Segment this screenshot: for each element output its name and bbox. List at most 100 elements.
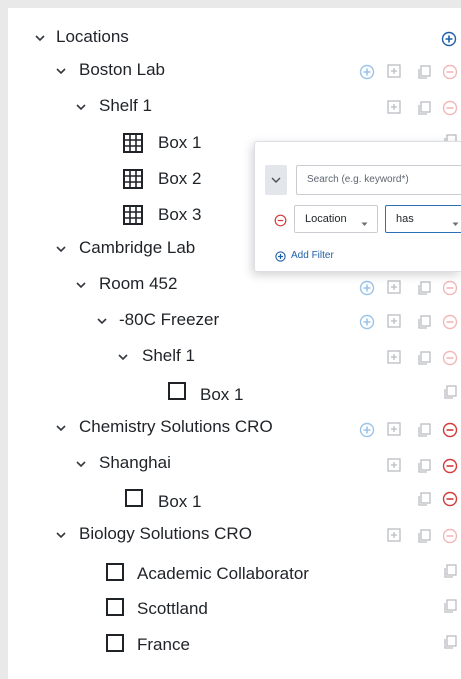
add-filter-label: Add Filter bbox=[291, 250, 334, 261]
tree-label: Cambridge Lab bbox=[79, 238, 196, 257]
copy-icon[interactable] bbox=[416, 458, 432, 474]
caret-down-icon bbox=[361, 218, 368, 230]
tree-row-box-1[interactable]: Box 1 bbox=[8, 485, 461, 515]
tree-row-shelf-1[interactable]: Shelf 1 bbox=[8, 342, 461, 372]
copy-icon[interactable] bbox=[416, 350, 432, 366]
copy-icon[interactable] bbox=[416, 422, 432, 438]
add-child-icon[interactable] bbox=[359, 280, 375, 296]
tree-row-shanghai[interactable]: Shanghai bbox=[8, 449, 461, 479]
caret-down-icon bbox=[452, 218, 459, 230]
copy-icon[interactable] bbox=[416, 314, 432, 330]
tree-label: Shanghai bbox=[99, 453, 171, 472]
copy-icon[interactable] bbox=[442, 384, 458, 400]
filter-operator-select[interactable]: has bbox=[385, 205, 461, 233]
tree-label: Box 1 bbox=[158, 492, 202, 511]
copy-icon[interactable] bbox=[416, 280, 432, 296]
chevron-down-icon[interactable] bbox=[54, 242, 68, 256]
tree-label: Boston Lab bbox=[79, 60, 166, 79]
add-child-icon[interactable] bbox=[359, 422, 375, 438]
tree-label: Locations bbox=[56, 27, 129, 46]
remove-icon[interactable] bbox=[442, 350, 458, 366]
grid-box-icon bbox=[122, 132, 144, 154]
tree-label: Room 452 bbox=[99, 274, 178, 293]
tree-row-biology-solutions-cro[interactable]: Biology Solutions CRO bbox=[8, 520, 461, 550]
tree-label: Biology Solutions CRO bbox=[79, 524, 252, 543]
chevron-down-icon bbox=[271, 177, 281, 183]
chevron-down-icon[interactable] bbox=[54, 421, 68, 435]
add-location-icon[interactable] bbox=[441, 31, 457, 47]
locations-tree-panel: Locations Boston Lab Shelf 1 Box 1 Box 2… bbox=[8, 8, 461, 679]
tree-label: Box 1 bbox=[158, 133, 202, 152]
copy-icon[interactable] bbox=[416, 528, 432, 544]
remove-icon[interactable] bbox=[442, 314, 458, 330]
chevron-down-icon[interactable] bbox=[33, 31, 47, 45]
remove-icon[interactable] bbox=[442, 100, 458, 116]
chevron-down-icon[interactable] bbox=[74, 278, 88, 292]
search-placeholder: Search (e.g. keyword*) bbox=[307, 174, 409, 185]
tree-label: France bbox=[137, 635, 190, 654]
add-box-icon[interactable] bbox=[386, 349, 402, 365]
tree-row-chemistry-solutions-cro[interactable]: Chemistry Solutions CRO bbox=[8, 413, 461, 443]
remove-filter-icon[interactable] bbox=[274, 214, 287, 227]
tree-label: Scottland bbox=[137, 599, 208, 618]
add-child-icon[interactable] bbox=[359, 314, 375, 330]
copy-icon[interactable] bbox=[416, 100, 432, 116]
add-box-icon[interactable] bbox=[386, 421, 402, 437]
remove-icon[interactable] bbox=[442, 528, 458, 544]
square-box-icon bbox=[166, 380, 188, 402]
tree-row-freezer[interactable]: -80C Freezer bbox=[8, 306, 461, 336]
add-child-icon[interactable] bbox=[359, 64, 375, 80]
copy-icon[interactable] bbox=[442, 563, 458, 579]
filter-field-select[interactable]: Location bbox=[294, 205, 378, 233]
remove-icon[interactable] bbox=[442, 422, 458, 438]
square-box-icon bbox=[123, 487, 145, 509]
chevron-down-icon[interactable] bbox=[54, 64, 68, 78]
tree-label: Academic Collaborator bbox=[137, 564, 309, 583]
add-circle-icon bbox=[275, 251, 286, 262]
tree-label: Box 2 bbox=[158, 169, 202, 188]
filter-operator-value: has bbox=[396, 213, 414, 225]
square-box-icon bbox=[104, 596, 126, 618]
remove-icon[interactable] bbox=[442, 280, 458, 296]
tree-row-locations[interactable]: Locations bbox=[8, 23, 461, 53]
remove-icon[interactable] bbox=[442, 458, 458, 474]
filter-popover: Search (e.g. keyword*) Location has Add … bbox=[254, 141, 461, 272]
tree-label: Shelf 1 bbox=[142, 346, 195, 365]
tree-row-boston-lab[interactable]: Boston Lab bbox=[8, 56, 461, 86]
tree-label: Shelf 1 bbox=[99, 96, 152, 115]
filter-toggle-button[interactable] bbox=[265, 165, 287, 195]
add-box-icon[interactable] bbox=[386, 63, 402, 79]
add-box-icon[interactable] bbox=[386, 313, 402, 329]
tree-row-shelf-1[interactable]: Shelf 1 bbox=[8, 92, 461, 122]
tree-row-room-452[interactable]: Room 452 bbox=[8, 270, 461, 300]
grid-box-icon bbox=[122, 168, 144, 190]
tree-row-france[interactable]: France bbox=[8, 630, 461, 660]
chevron-down-icon[interactable] bbox=[74, 457, 88, 471]
copy-icon[interactable] bbox=[416, 64, 432, 80]
filter-field-value: Location bbox=[305, 213, 347, 225]
tree-row-scottland[interactable]: Scottland bbox=[8, 594, 461, 624]
copy-icon[interactable] bbox=[416, 491, 432, 507]
tree-row-box-1[interactable]: Box 1 bbox=[8, 378, 461, 408]
square-box-icon bbox=[104, 632, 126, 654]
chevron-down-icon[interactable] bbox=[116, 350, 130, 364]
square-box-icon bbox=[104, 561, 126, 583]
chevron-down-icon[interactable] bbox=[74, 100, 88, 114]
add-box-icon[interactable] bbox=[386, 99, 402, 115]
add-box-icon[interactable] bbox=[386, 527, 402, 543]
tree-label: -80C Freezer bbox=[119, 310, 220, 329]
chevron-down-icon[interactable] bbox=[95, 314, 109, 328]
tree-label: Box 3 bbox=[158, 205, 202, 224]
tree-label: Box 1 bbox=[200, 385, 244, 404]
remove-icon[interactable] bbox=[442, 64, 458, 80]
tree-label: Chemistry Solutions CRO bbox=[79, 417, 273, 436]
remove-icon[interactable] bbox=[442, 491, 458, 507]
search-input[interactable]: Search (e.g. keyword*) bbox=[296, 165, 461, 195]
copy-icon[interactable] bbox=[442, 634, 458, 650]
chevron-down-icon[interactable] bbox=[54, 528, 68, 542]
add-box-icon[interactable] bbox=[386, 457, 402, 473]
grid-box-icon bbox=[122, 204, 144, 226]
add-box-icon[interactable] bbox=[386, 279, 402, 295]
copy-icon[interactable] bbox=[442, 598, 458, 614]
tree-row-academic-collaborator[interactable]: Academic Collaborator bbox=[8, 559, 461, 589]
